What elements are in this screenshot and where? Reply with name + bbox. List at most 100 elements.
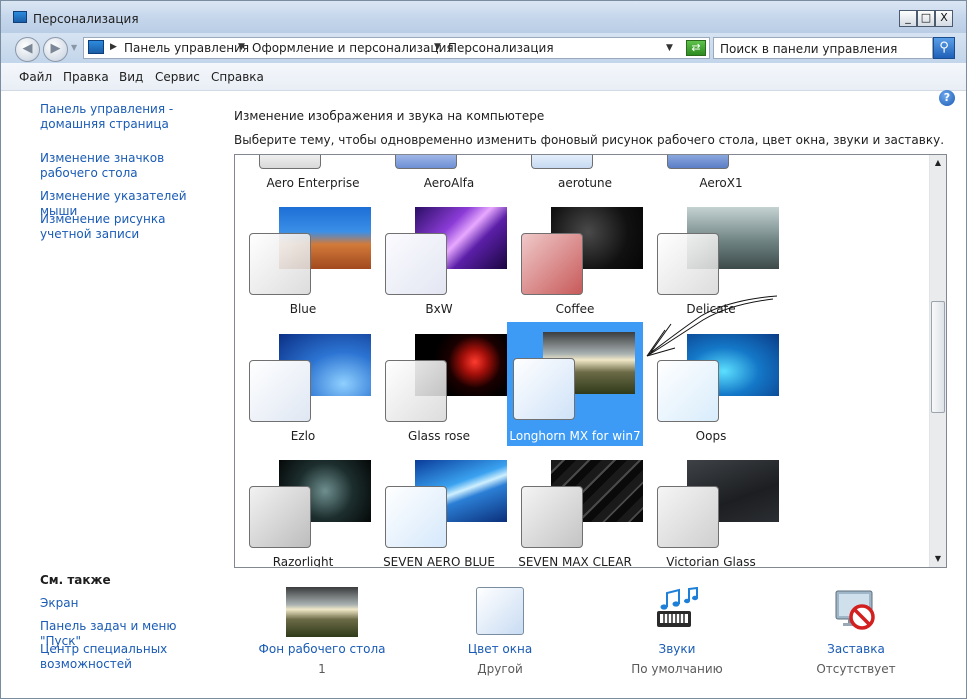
see-also-display[interactable]: Экран xyxy=(40,596,215,611)
menu-bar: Файл Правка Вид Сервис Справка xyxy=(1,63,966,91)
see-also-heading: См. также xyxy=(40,573,111,587)
personalization-window: Персонализация _ □ X ◀ ▶ ▼ ▶ Панель упра… xyxy=(0,0,967,699)
sounds-value: По умолчанию xyxy=(631,662,723,676)
theme-color-swatch xyxy=(657,486,719,548)
theme-list[interactable]: Aero Enterprise AeroAlfa aerotune AeroX1… xyxy=(234,154,947,568)
scroll-up-icon[interactable]: ▲ xyxy=(930,155,946,171)
theme-label: Blue xyxy=(289,302,317,316)
theme-color-swatch xyxy=(521,486,583,548)
theme-label: Glass rose xyxy=(408,429,470,443)
window-color-swatch[interactable] xyxy=(476,587,524,635)
theme-swatch xyxy=(531,155,593,169)
menu-tools[interactable]: Сервис xyxy=(155,70,200,84)
theme-label: aerotune xyxy=(557,176,613,190)
theme-label: Aero Enterprise xyxy=(266,176,360,190)
window-color-link[interactable]: Цвет окна xyxy=(425,642,575,656)
search-button[interactable]: ⚲ xyxy=(933,37,955,59)
theme-seven-aero-blue[interactable]: SEVEN AERO BLUE xyxy=(371,448,507,568)
page-heading: Изменение изображения и звука на компьют… xyxy=(234,109,545,123)
breadcrumb-appearance[interactable]: Оформление и персонализация xyxy=(252,41,454,55)
title-bar: Персонализация _ □ X xyxy=(1,1,966,33)
theme-aero-enterprise[interactable]: Aero Enterprise xyxy=(245,155,381,195)
back-button[interactable]: ◀ xyxy=(15,37,40,62)
theme-delicate[interactable]: Delicate xyxy=(643,195,779,319)
address-bar[interactable]: ▶ Панель управления ▼ Оформление и персо… xyxy=(83,37,710,59)
refresh-button[interactable]: ⇄ xyxy=(686,40,706,56)
breadcrumb-control-panel[interactable]: Панель управления xyxy=(124,41,249,55)
sidebar-link-control-panel-home[interactable]: Панель управления - домашняя страница xyxy=(40,102,180,132)
theme-color-swatch xyxy=(657,233,719,295)
theme-swatch xyxy=(667,155,729,169)
theme-label: AeroAlfa xyxy=(423,176,475,190)
theme-oops[interactable]: Oops xyxy=(643,322,779,446)
sidebar-link-account-picture[interactable]: Изменение рисунка учетной записи xyxy=(40,212,210,242)
theme-aeroalfa[interactable]: AeroAlfa xyxy=(381,155,517,195)
theme-razorlight[interactable]: Razorlight xyxy=(235,448,371,568)
search-input[interactable]: Поиск в панели управления xyxy=(713,37,933,59)
theme-swatch xyxy=(395,155,457,169)
address-dropdown-icon[interactable]: ▼ xyxy=(666,43,673,53)
theme-ezlo[interactable]: Ezlo xyxy=(235,322,371,446)
page-subheading: Выберите тему, чтобы одновременно измени… xyxy=(234,133,945,147)
theme-seven-max-clear[interactable]: SEVEN MAX CLEAR xyxy=(507,448,643,567)
close-button[interactable]: X xyxy=(935,10,953,27)
theme-color-swatch xyxy=(249,233,311,295)
theme-color-swatch xyxy=(385,233,447,295)
chevron-right-icon[interactable]: ▶ xyxy=(110,42,117,52)
menu-file[interactable]: Файл xyxy=(19,70,52,84)
theme-aerotune[interactable]: aerotune xyxy=(517,155,653,195)
theme-label: Coffee xyxy=(555,302,595,316)
theme-longhorn-mx[interactable]: Longhorn MX for win7 xyxy=(507,322,643,446)
menu-help[interactable]: Справка xyxy=(211,70,264,84)
back-arrow-icon: ◀ xyxy=(22,41,33,56)
help-icon[interactable]: ? xyxy=(939,90,955,106)
menu-view[interactable]: Вид xyxy=(119,70,143,84)
theme-label: Delicate xyxy=(686,302,736,316)
theme-bxw[interactable]: BxW xyxy=(371,195,507,319)
theme-swatch xyxy=(259,155,321,169)
theme-blue[interactable]: Blue xyxy=(235,195,371,319)
theme-color-swatch xyxy=(513,358,575,420)
theme-color-swatch xyxy=(385,486,447,548)
breadcrumb-personalization[interactable]: Персонализация xyxy=(448,41,554,55)
sounds-link[interactable]: Звуки xyxy=(602,642,752,656)
control-panel-icon xyxy=(88,40,104,54)
screensaver-icon[interactable] xyxy=(832,587,880,635)
desktop-background-thumbnail[interactable] xyxy=(286,587,358,637)
scroll-down-icon[interactable]: ▼ xyxy=(930,551,946,567)
maximize-button[interactable]: □ xyxy=(917,10,935,27)
theme-coffee[interactable]: Coffee xyxy=(507,195,643,319)
recent-pages-dropdown[interactable]: ▼ xyxy=(71,43,77,52)
chevron-down-icon[interactable]: ▼ xyxy=(434,42,441,52)
search-placeholder: Поиск в панели управления xyxy=(720,42,898,56)
theme-aerox1[interactable]: AeroX1 xyxy=(653,155,789,195)
screensaver-link[interactable]: Заставка xyxy=(781,642,931,656)
theme-label: SEVEN AERO BLUE xyxy=(383,555,495,568)
refresh-icon: ⇄ xyxy=(691,41,701,54)
theme-list-scrollbar[interactable]: ▲ ▼ xyxy=(929,155,946,567)
sidebar-link-desktop-icons[interactable]: Изменение значков рабочего стола xyxy=(40,151,215,181)
theme-label: Razorlight xyxy=(272,555,334,568)
theme-victorian-glass[interactable]: Victorian Glass xyxy=(643,448,779,567)
magnifier-icon: ⚲ xyxy=(939,40,949,55)
theme-label: Oops xyxy=(695,429,727,443)
theme-glass-rose[interactable]: Glass rose xyxy=(371,322,507,446)
minimize-button[interactable]: _ xyxy=(899,10,917,27)
chevron-down-icon[interactable]: ▼ xyxy=(238,42,245,52)
desktop-background-value: 1 xyxy=(318,662,326,676)
theme-color-swatch xyxy=(249,360,311,422)
theme-label: AeroX1 xyxy=(699,176,743,190)
sounds-icon[interactable] xyxy=(653,586,701,635)
scroll-thumb[interactable] xyxy=(931,301,945,413)
screensaver-value: Отсутствует xyxy=(816,662,896,676)
desktop-background-link[interactable]: Фон рабочего стола xyxy=(247,642,397,656)
theme-color-swatch xyxy=(657,360,719,422)
forward-button[interactable]: ▶ xyxy=(43,37,68,62)
control-panel-icon xyxy=(13,11,27,23)
theme-label: BxW xyxy=(425,302,453,316)
see-also-ease-of-access[interactable]: Центр специальных возможностей xyxy=(40,642,170,672)
address-row: ◀ ▶ ▼ ▶ Панель управления ▼ Оформление и… xyxy=(1,33,966,63)
menu-edit[interactable]: Правка xyxy=(63,70,109,84)
window-color-value: Другой xyxy=(477,662,523,676)
theme-label: Ezlo xyxy=(290,429,316,443)
